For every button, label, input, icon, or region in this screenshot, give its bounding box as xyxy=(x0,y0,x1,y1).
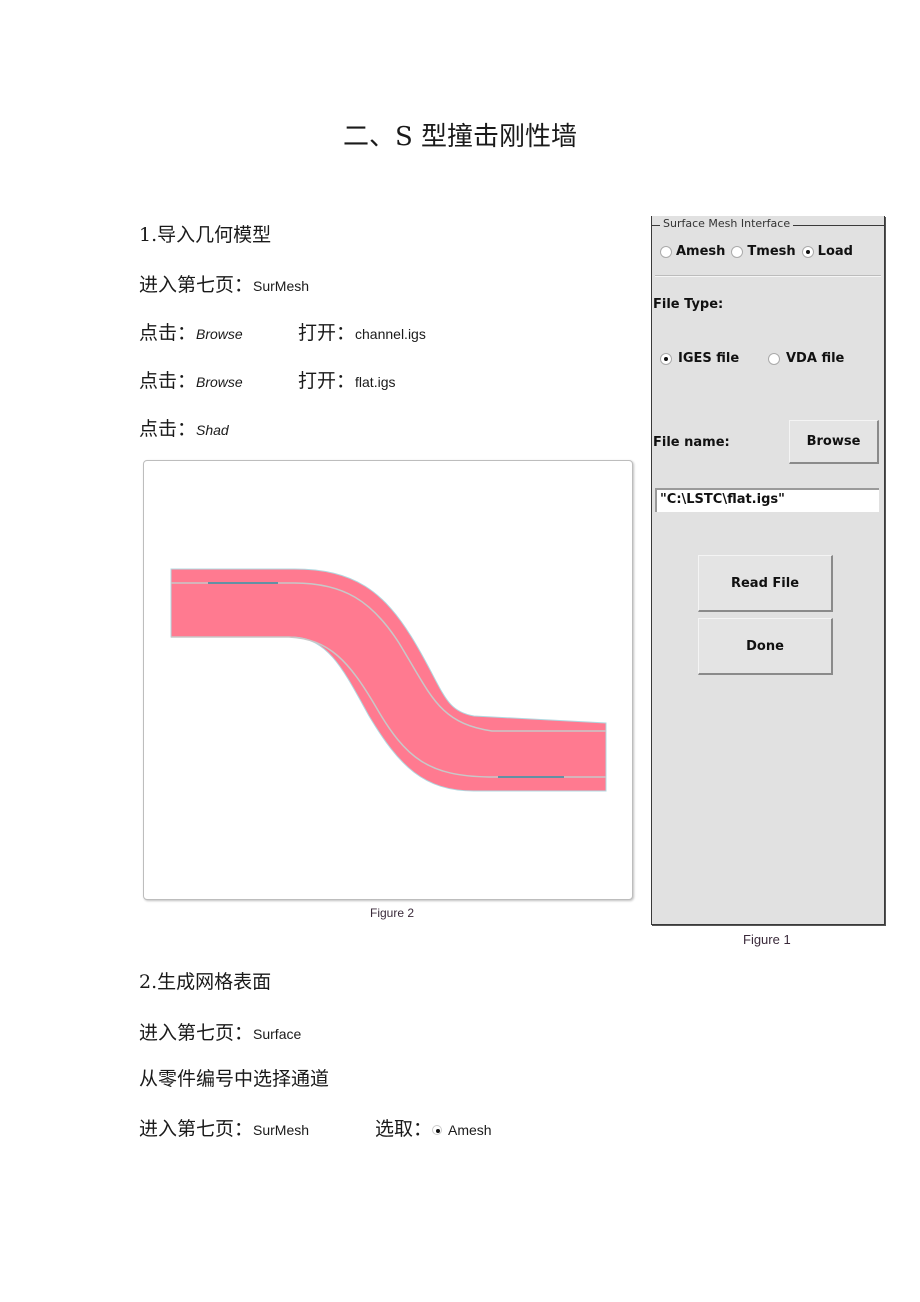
done-button[interactable]: Done xyxy=(698,618,833,675)
file-name-input[interactable]: "C:\LSTC\flat.igs" xyxy=(655,488,879,512)
step-line: 进入第七页：Surface xyxy=(139,1018,301,1045)
step-line: 点击：Browse xyxy=(139,366,243,393)
section1-heading: 1.导入几何模型 xyxy=(139,224,272,246)
radio-label: VDA file xyxy=(786,351,845,366)
radio-label: IGES file xyxy=(678,351,740,366)
radio-selected-icon xyxy=(432,1125,443,1135)
radio-icon[interactable] xyxy=(768,352,780,365)
radio-amesh[interactable]: Amesh xyxy=(660,244,725,259)
step-line: 点击：Browse xyxy=(139,318,243,345)
file-name-label: File name: xyxy=(653,435,730,450)
step-value: Surface xyxy=(253,1026,302,1042)
step-line: 打开：flat.igs xyxy=(298,366,395,393)
step-value: Browse xyxy=(196,326,243,342)
step-prefix: 进入第七页： xyxy=(139,274,254,296)
step-line: 进入第七页：SurMesh xyxy=(139,270,309,297)
radio-label: Tmesh xyxy=(747,244,796,259)
surface-mesh-panel: Surface Mesh Interface Amesh Tmesh Load … xyxy=(651,216,885,925)
step-value: Browse xyxy=(196,374,243,390)
radio-label: Amesh xyxy=(676,244,726,259)
radio-vda[interactable]: VDA file xyxy=(768,351,844,366)
step-line: 进入第七页：SurMesh xyxy=(139,1114,309,1141)
figure2-frame xyxy=(143,460,633,900)
step-value: Amesh xyxy=(448,1122,492,1138)
step-prefix: 点击： xyxy=(139,418,197,440)
step-prefix: 点击： xyxy=(139,322,197,344)
step-prefix: 进入第七页： xyxy=(139,1022,254,1044)
step-line: 点击：Shad xyxy=(139,414,229,441)
radio-load[interactable]: Load xyxy=(801,244,853,259)
step-prefix: 打开： xyxy=(298,370,356,392)
radio-tmesh[interactable]: Tmesh xyxy=(731,244,796,259)
browse-button[interactable]: Browse xyxy=(789,420,879,464)
step-line: 打开：channel.igs xyxy=(298,318,426,345)
step-line: 选取： Amesh xyxy=(375,1114,492,1141)
step-value: channel.igs xyxy=(355,326,426,342)
step-prefix: 点击： xyxy=(139,370,197,392)
separator xyxy=(655,275,881,277)
step-value: SurMesh xyxy=(253,278,310,294)
radio-iges[interactable]: IGES file xyxy=(660,351,739,366)
s-channel-body xyxy=(170,568,607,792)
panel-legend: Surface Mesh Interface xyxy=(660,217,794,230)
step-prefix: 进入第七页： xyxy=(139,1118,254,1140)
s-channel-shape xyxy=(170,568,607,792)
step-prefix: 打开： xyxy=(298,322,356,344)
radio-icon[interactable] xyxy=(731,245,744,258)
radio-label: Load xyxy=(817,244,853,259)
step-value: Shad xyxy=(196,422,229,438)
radio-selected-icon[interactable] xyxy=(660,352,672,365)
file-type-label: File Type: xyxy=(653,297,724,312)
step-line: 从零件编号中选择通道 xyxy=(139,1068,330,1090)
figure2-caption: Figure 2 xyxy=(370,906,415,920)
read-file-button[interactable]: Read File xyxy=(698,555,833,612)
page-title: 二、S 型撞击刚性墙 xyxy=(342,122,578,152)
step-value: SurMesh xyxy=(253,1122,310,1138)
section2-heading: 2.生成网格表面 xyxy=(139,971,272,993)
radio-icon[interactable] xyxy=(660,245,672,258)
step-value: flat.igs xyxy=(355,374,396,390)
radio-selected-icon[interactable] xyxy=(801,245,814,258)
mode-radio-group: Amesh Tmesh Load xyxy=(660,244,853,259)
figure1-caption: Figure 1 xyxy=(743,932,791,947)
step-prefix: 选取： xyxy=(375,1118,433,1140)
